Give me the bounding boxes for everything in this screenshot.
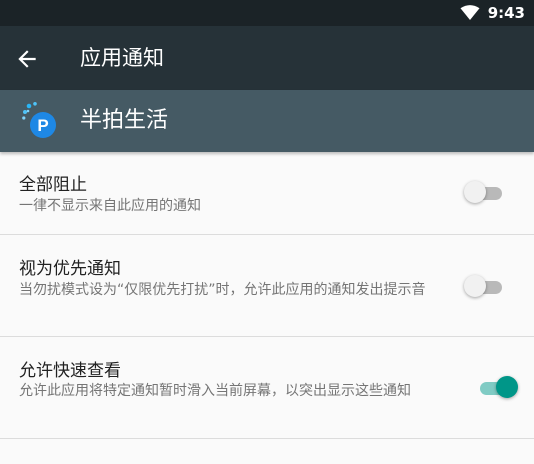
page-title: 应用通知 [80,46,164,70]
block-all-toggle[interactable] [464,181,506,205]
setting-summary: 允许此应用将特定通知暂时滑入当前屏幕，以突出显示这些通知 [19,383,411,399]
setting-title: 视为优先通知 [19,259,121,279]
priority-toggle[interactable] [464,275,506,299]
peek-toggle[interactable] [476,376,518,400]
setting-peek[interactable]: 允许快速查看 允许此应用将特定通知暂时滑入当前屏幕，以突出显示这些通知 [0,337,534,439]
app-header: P 半拍生活 [0,90,534,152]
app-name: 半拍生活 [80,108,169,133]
status-time: 9:43 [487,4,525,22]
setting-block-all[interactable]: 全部阻止 一律不显示来自此应用的通知 [0,152,534,235]
wifi-icon [460,5,480,21]
switch-thumb [496,376,518,398]
svg-text:P: P [37,116,48,135]
setting-title: 全部阻止 [19,175,87,195]
app-bar: 应用通知 [0,26,534,90]
app-logo-icon: P [22,102,60,140]
back-arrow-icon[interactable] [14,46,40,72]
switch-thumb [464,275,486,297]
status-bar: 9:43 [0,0,534,26]
setting-priority[interactable]: 视为优先通知 当勿扰模式设为“仅限优先打扰”时，允许此应用的通知发出提示音 [0,235,534,337]
settings-list: 全部阻止 一律不显示来自此应用的通知 视为优先通知 当勿扰模式设为“仅限优先打扰… [0,152,534,439]
setting-summary: 一律不显示来自此应用的通知 [19,198,201,214]
setting-summary: 当勿扰模式设为“仅限优先打扰”时，允许此应用的通知发出提示音 [19,282,426,298]
status-indicators: 9:43 [460,0,525,26]
switch-thumb [464,181,486,203]
setting-title: 允许快速查看 [19,361,121,381]
